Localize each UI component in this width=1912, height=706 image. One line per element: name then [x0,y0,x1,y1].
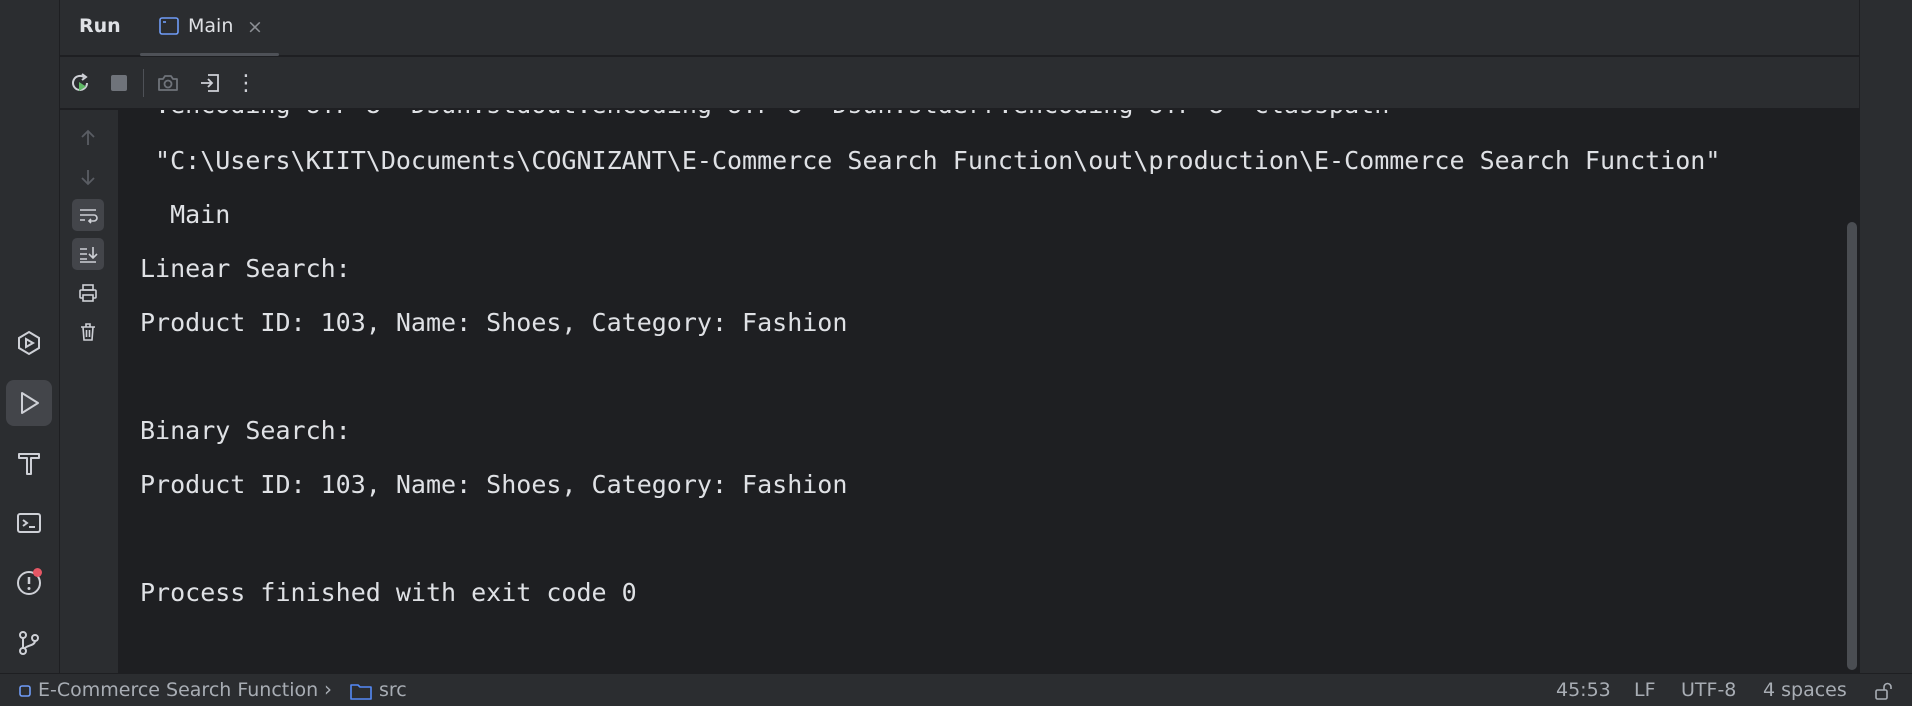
line-ending[interactable]: LF [1634,679,1656,701]
console-line: Main [140,200,231,229]
left-tool-strip [0,0,60,673]
console-output[interactable]: .encoding=UTF-8 -Dsun.stdout.encoding=UT… [118,110,1859,673]
error-indicator-dot [33,568,42,577]
console-line: Product ID: 103, Name: Shoes, Category: … [140,308,848,337]
hammer-icon [18,453,40,475]
breadcrumb-separator: › [324,677,332,701]
module-icon [19,685,31,697]
scroll-up-button[interactable] [72,122,104,154]
run-panel-title: Run [79,15,121,37]
stop-icon [111,75,127,91]
toolbar-separator [143,69,144,97]
stop-button[interactable] [105,69,133,97]
file-encoding[interactable]: UTF-8 [1681,679,1736,701]
scroll-down-button[interactable] [72,161,104,193]
console-gutter [60,110,118,673]
exit-button[interactable] [196,69,224,97]
screenshot-button[interactable] [154,69,182,97]
run-panel-header: Run Main × [60,0,1859,56]
tab-main-label: Main [188,15,234,37]
print-button[interactable] [72,277,104,309]
arrow-up-icon [81,129,95,145]
clear-all-button[interactable] [72,316,104,348]
trash-icon [81,323,95,341]
terminal-tool-button[interactable] [6,500,52,546]
scroll-to-end-toggle[interactable] [72,238,104,270]
console-line: Linear Search: [140,254,351,283]
more-button[interactable]: ⋮ [232,69,260,97]
tab-active-indicator [140,53,279,56]
tab-main[interactable]: Main × [140,0,279,56]
exit-icon [201,74,219,92]
rerun-button[interactable] [66,69,94,97]
services-tool-button[interactable] [6,320,52,366]
git-branch-icon [19,631,39,655]
console-line: Process finished with exit code 0 [140,578,637,607]
run-icon [21,392,39,414]
terminal-icon [17,513,41,533]
rerun-icon [72,73,88,91]
indent-setting[interactable]: 4 spaces [1763,679,1847,701]
run-tool-button[interactable] [6,380,52,426]
console-window-icon [159,17,179,35]
arrow-down-icon [81,170,95,186]
folder-icon [350,684,372,700]
console-scrollbar-thumb[interactable] [1847,222,1857,670]
soft-wrap-toggle[interactable] [72,199,104,231]
print-icon [79,284,97,302]
console-line: Product ID: 103, Name: Shoes, Category: … [140,470,848,499]
right-tool-strip [1859,0,1912,673]
scroll-to-end-icon [80,247,98,263]
problems-tool-button[interactable] [6,560,52,606]
build-tool-button[interactable] [6,440,52,486]
console-scrollbar[interactable] [1847,110,1857,673]
caret-position[interactable]: 45:53 [1556,679,1611,701]
more-icon: ⋮ [235,70,257,96]
unlock-icon[interactable] [1873,681,1893,701]
status-bar: E-Commerce Search Function › src 45:53 L… [0,673,1912,706]
console-line: "C:\Users\KIIT\Documents\COGNIZANT\E-Com… [140,146,1721,175]
soft-wrap-icon [80,209,98,224]
console-line: .encoding=UTF-8 -Dsun.stdout.encoding=UT… [140,110,1389,119]
breadcrumb-folder[interactable]: src [379,679,407,701]
run-toolbar: ⋮ [60,57,1859,109]
git-tool-button[interactable] [6,620,52,666]
close-icon[interactable]: × [247,16,263,38]
services-icon [18,330,40,356]
breadcrumb-project[interactable]: E-Commerce Search Function [38,679,318,701]
screenshot-icon [158,75,178,91]
console-line: Binary Search: [140,416,351,445]
